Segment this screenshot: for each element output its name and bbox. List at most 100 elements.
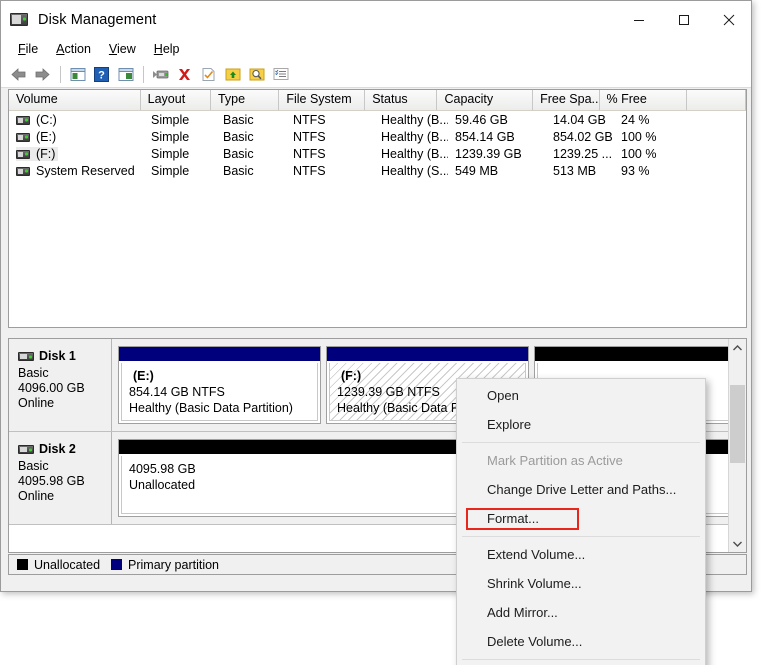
column-header-free-spa[interactable]: Free Spa... [533,90,600,110]
disk-icon [18,350,34,362]
context-menu-item-format[interactable]: Format... [457,504,705,533]
svg-text:?: ? [98,69,105,81]
search-icon[interactable] [245,63,268,85]
scrollbar-thumb[interactable] [730,385,745,463]
context-menu-item-extend-volume[interactable]: Extend Volume... [457,540,705,569]
volume-cell-volume: (C:) [9,113,144,127]
volume-cell-type: Basic [223,146,254,161]
disk-label[interactable]: Disk 1 Basic 4096.00 GB Online [9,339,112,431]
back-arrow-icon[interactable] [7,63,30,85]
pane-splitter[interactable] [8,330,747,336]
list-view-icon[interactable] [269,63,292,85]
menu-bar: File Action View Help [1,38,751,61]
volume-list-body: (C:) Simple Basic NTFS Healthy (B... 59.46 GB… [9,111,746,179]
window-controls [616,1,751,38]
disk-status: Online [18,489,55,503]
show-hide-action-pane-icon[interactable] [114,63,137,85]
toolbar: ? [1,61,751,88]
toolbar-separator [60,65,61,83]
volume-label: System Reserved [36,163,135,178]
disk-label[interactable]: Disk 2 Basic 4095.98 GB Online [9,432,112,524]
volume-cell-percent-free: 24 % [621,112,650,127]
column-header-file-system[interactable]: File System [279,90,366,110]
volume-cell-type: Basic [223,129,254,144]
legend-label: Primary partition [128,557,220,572]
partition-color-bar [119,347,320,361]
help-icon[interactable]: ? [90,63,113,85]
volume-cell-status: Healthy (S... [381,163,448,178]
volume-cell-capacity: 1239.39 GB [455,146,522,161]
volume-cell-file-system: NTFS [293,146,326,161]
partition-info: (E:) 854.14 GB NTFS Healthy (Basic Data Pa… [121,363,318,421]
volume-cell-free-space: 513 MB [553,163,597,178]
partition-color-bar [535,347,729,361]
column-header-layout[interactable]: Layout [140,90,211,110]
legend-swatch [111,559,123,570]
column-header-free[interactable]: % Free [599,90,688,110]
context-menu-item-open[interactable]: Open [457,381,705,410]
disk-name-text: Disk 2 [39,442,76,456]
disk-icon [18,443,34,455]
toolbar-separator [143,65,144,83]
volume-cell-capacity: 854.14 GB [455,129,515,144]
volume-row[interactable]: (E:) Simple Basic NTFS Healthy (B... 854.14 G… [9,128,746,145]
disk-size: 4096.00 GB [18,381,85,395]
volume-cell-file-system: NTFS [293,129,326,144]
minimize-button[interactable] [616,1,661,38]
context-menu-item-add-mirror[interactable]: Add Mirror... [457,598,705,627]
menu-file[interactable]: File [9,40,47,59]
volume-cell-file-system: NTFS [293,112,326,127]
volume-label: (C:) [36,112,57,127]
disk-name-text: Disk 1 [39,349,76,363]
close-button[interactable] [706,1,751,38]
maximize-button[interactable] [661,1,706,38]
disk-management-screen: Disk Management File Action View Help ? … [0,0,765,665]
context-menu-item-change-drive-letter-and-paths[interactable]: Change Drive Letter and Paths... [457,475,705,504]
volume-cell-file-system: NTFS [293,163,326,178]
context-menu-item-shrink-volume[interactable]: Shrink Volume... [457,569,705,598]
volume-icon [16,166,30,176]
volume-cell-type: Basic [223,163,254,178]
disk-pane-scrollbar[interactable] [728,339,746,552]
context-menu-item-delete-volume[interactable]: Delete Volume... [457,627,705,656]
volume-row[interactable]: (F:) Simple Basic NTFS Healthy (B... 1239.39 … [9,145,746,162]
menu-help[interactable]: Help [145,40,189,59]
window-title: Disk Management [38,11,157,28]
disk-status: Online [18,396,55,410]
volume-cell-status: Healthy (B... [381,112,448,127]
column-header-type[interactable]: Type [210,90,280,110]
column-header-volume[interactable]: Volume [9,90,141,110]
volume-cell-layout: Simple [151,146,190,161]
forward-arrow-icon[interactable] [31,63,54,85]
volume-cell-capacity: 59.46 GB [455,112,508,127]
context-menu-separator [462,442,700,443]
partition-block[interactable]: (E:) 854.14 GB NTFS Healthy (Basic Data Pa… [118,346,321,424]
menu-view[interactable]: View [100,40,145,59]
menu-action[interactable]: Action [47,40,100,59]
disk-drive-icon [10,12,30,28]
column-header-blank[interactable] [687,90,746,110]
extend-icon[interactable] [221,63,244,85]
column-header-capacity[interactable]: Capacity [437,90,534,110]
volume-icon [16,149,30,159]
volume-cell-percent-free: 93 % [621,163,650,178]
show-hide-console-tree-icon[interactable] [66,63,89,85]
volume-icon [16,115,30,125]
scroll-up-button[interactable] [729,339,746,356]
context-menu-separator [462,659,700,660]
scroll-down-button[interactable] [729,535,746,552]
disk-type: Basic [18,459,49,473]
volume-row[interactable]: (C:) Simple Basic NTFS Healthy (B... 59.46 GB… [9,111,746,128]
rescan-disks-icon[interactable] [149,63,172,85]
volume-cell-percent-free: 100 % [621,146,657,161]
properties-icon[interactable] [197,63,220,85]
volume-cell-percent-free: 100 % [621,129,657,144]
context-menu-item-explore[interactable]: Explore [457,410,705,439]
disk-size: 4095.98 GB [18,474,85,488]
legend-item: Primary partition [111,558,219,572]
column-header-status[interactable]: Status [365,90,438,110]
volume-cell-status: Healthy (B... [381,146,448,161]
delete-icon[interactable] [173,63,196,85]
legend-item: Unallocated [17,558,100,572]
volume-row[interactable]: System Reserved Simple Basic NTFS Healthy (S… [9,162,746,179]
